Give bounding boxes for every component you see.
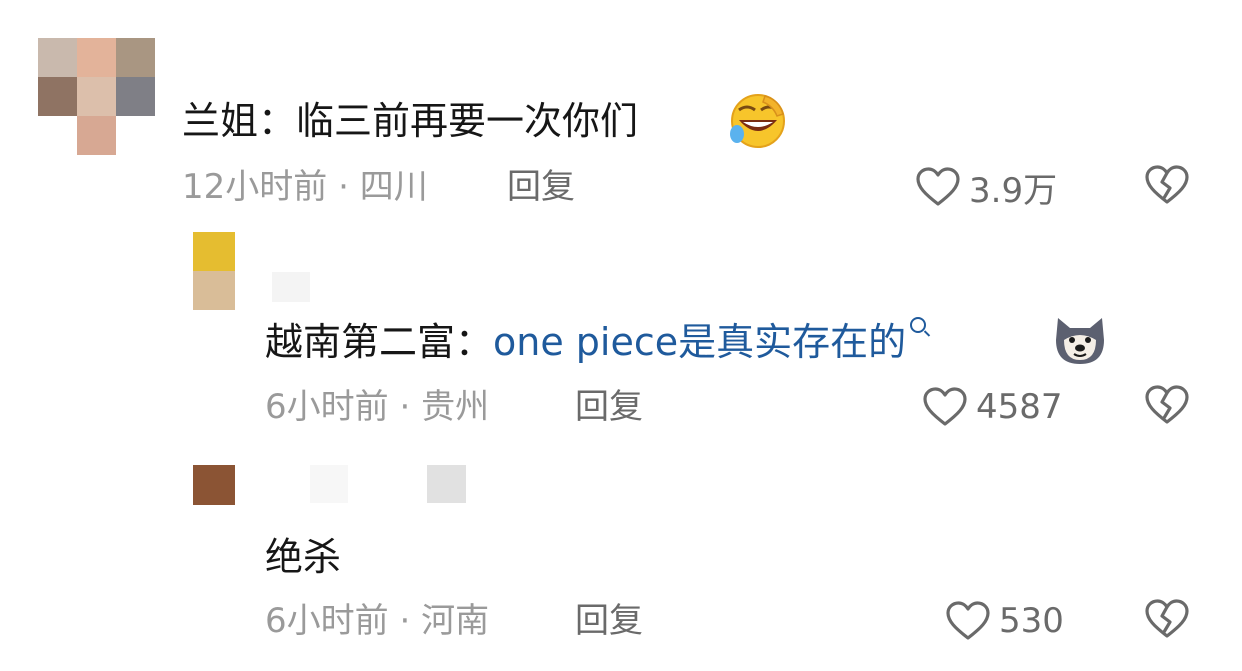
rolling-laughing-emoji <box>730 94 785 148</box>
reply-button[interactable]: 回复 <box>575 604 643 638</box>
like-button[interactable]: 3.9万 <box>915 164 1058 211</box>
broken-heart-icon <box>1145 165 1189 204</box>
heart-outline-icon <box>946 601 990 640</box>
dislike-button[interactable] <box>1144 384 1190 426</box>
like-count: 4587 <box>976 387 1063 427</box>
avatar[interactable] <box>193 232 235 310</box>
comment-body: 临三前再要一次你们 <box>296 99 639 143</box>
comment-location: 四川 <box>359 167 428 207</box>
like-button[interactable]: 530 <box>945 598 1064 644</box>
comment-location: 贵州 <box>421 387 490 427</box>
comment-text: 兰姐：临三前再要一次你们 <box>182 102 638 140</box>
meta-separator: · <box>338 167 349 207</box>
comment-meta: 6小时前 · 河南 <box>265 604 489 638</box>
comment-meta: 6小时前 · 贵州 <box>265 390 489 424</box>
comment-meta: 12小时前 · 四川 <box>182 170 428 204</box>
username-blurred <box>310 465 348 503</box>
comment-time: 6小时前 <box>265 387 389 427</box>
comment-author[interactable]: 兰姐： <box>182 99 296 143</box>
broken-heart-icon <box>1145 385 1189 424</box>
comment-text: 越南第二富：one piece是真实存在的 <box>265 317 940 364</box>
username-blurred <box>427 465 466 503</box>
avatar[interactable] <box>38 38 155 155</box>
avatar[interactable] <box>193 465 235 505</box>
comment-body: 绝杀 <box>265 535 342 579</box>
like-count: 530 <box>999 601 1064 641</box>
doge-dog-emoji <box>1056 318 1104 364</box>
broken-heart-icon <box>1145 599 1189 638</box>
comment-time: 6小时前 <box>265 601 389 641</box>
reply-button[interactable]: 回复 <box>575 390 643 424</box>
search-icon[interactable] <box>910 317 927 333</box>
dislike-button[interactable] <box>1144 164 1190 206</box>
heart-outline-icon <box>916 167 960 206</box>
heart-outline-icon <box>923 387 967 426</box>
comment-text: 绝杀 <box>265 538 341 576</box>
reply-button[interactable]: 回复 <box>507 170 575 204</box>
username-blurred <box>272 272 310 302</box>
like-count: 3.9万 <box>969 170 1058 211</box>
dislike-button[interactable] <box>1144 598 1190 640</box>
meta-separator: · <box>399 387 411 427</box>
meta-separator: · <box>399 601 411 641</box>
comment-time: 12小时前 <box>182 167 328 207</box>
like-button[interactable]: 4587 <box>922 384 1063 430</box>
search-keyword-link[interactable]: one piece是真实存在的 <box>493 320 906 364</box>
comment-author[interactable]: 越南第二富： <box>265 320 493 364</box>
comment-location: 河南 <box>421 601 490 641</box>
